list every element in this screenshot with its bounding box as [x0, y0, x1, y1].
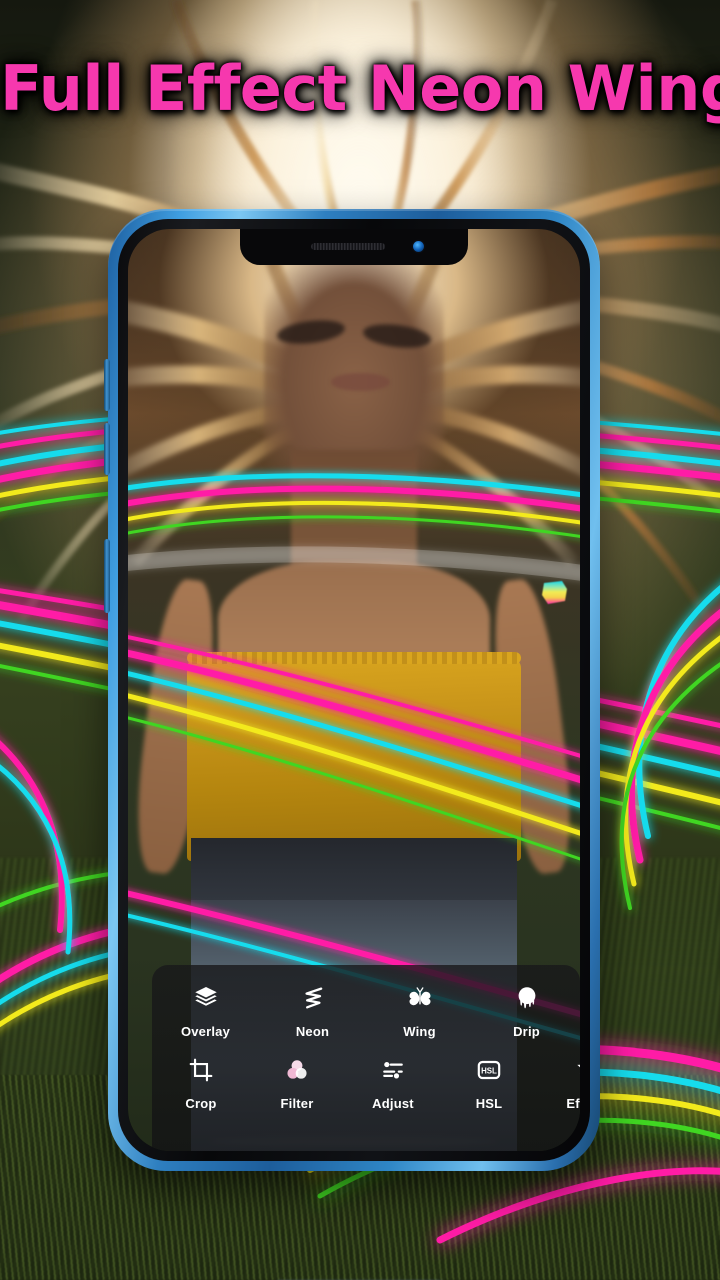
tool-filter-label: Filter: [280, 1096, 314, 1111]
phone-mockup: Overlay Neon Wing Drip Crop Filter Adjus…: [104, 209, 600, 1171]
rainbow-sticker-icon[interactable]: [538, 577, 572, 609]
svg-text:HSL: HSL: [481, 1066, 497, 1075]
front-camera-icon: [413, 241, 424, 252]
tool-wing-label: Wing: [403, 1024, 436, 1039]
tool-hsl[interactable]: HSL HSL: [452, 1055, 526, 1111]
magic-wand-icon: [570, 1055, 580, 1085]
tool-hsl-label: HSL: [475, 1096, 503, 1111]
tool-neon-label: Neon: [295, 1024, 330, 1039]
tool-filter[interactable]: Filter: [260, 1055, 334, 1111]
tool-effect[interactable]: Effect: [548, 1055, 580, 1111]
editor-tool-panel: Overlay Neon Wing Drip Crop Filter Adjus…: [152, 965, 580, 1151]
tool-neon[interactable]: Neon: [259, 983, 366, 1039]
promo-screenshot: Full Effect Neon Wings Overlay Neon Wing…: [0, 0, 720, 1280]
sliders-icon: [378, 1055, 408, 1085]
volume-down-button[interactable]: [104, 423, 110, 475]
phone-notch: [240, 229, 468, 265]
tool-effect-label: Effect: [566, 1096, 580, 1111]
phone-screen[interactable]: Overlay Neon Wing Drip Crop Filter Adjus…: [128, 229, 580, 1151]
tool-crop[interactable]: Crop: [164, 1055, 238, 1111]
speaker-grille-icon: [311, 243, 386, 250]
tool-wing[interactable]: Wing: [366, 983, 473, 1039]
tool-drip-label: Drip: [513, 1024, 540, 1039]
color-circles-icon: [282, 1055, 312, 1085]
primary-tool-row: Overlay Neon Wing Drip: [152, 965, 580, 1039]
promo-headline: Full Effect Neon Wings: [0, 52, 720, 125]
crop-icon: [186, 1055, 216, 1085]
butterfly-icon: [405, 983, 435, 1013]
tool-crop-label: Crop: [185, 1096, 217, 1111]
tool-adjust[interactable]: Adjust: [356, 1055, 430, 1111]
layers-icon: [191, 983, 221, 1013]
tool-overlay-label: Overlay: [180, 1024, 231, 1039]
hsl-box-icon: HSL: [474, 1055, 504, 1085]
volume-up-button[interactable]: [104, 359, 110, 411]
tool-drip[interactable]: Drip: [473, 983, 580, 1039]
secondary-tool-row[interactable]: Crop Filter Adjust HSL HSL Ef: [152, 1039, 580, 1111]
tool-overlay[interactable]: Overlay: [152, 983, 259, 1039]
tool-adjust-label: Adjust: [372, 1096, 414, 1111]
drip-blob-icon: [512, 983, 542, 1013]
zigzag-neon-icon: [298, 983, 328, 1013]
power-button[interactable]: [104, 539, 110, 613]
